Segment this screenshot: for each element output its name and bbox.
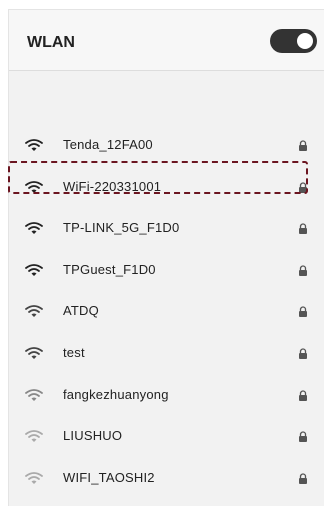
lock-icon	[299, 265, 307, 276]
network-ssid: WIFI_TAOSHI2	[63, 469, 155, 485]
wifi-signal-icon	[25, 471, 43, 484]
lock-icon	[299, 306, 307, 318]
selected-network-highlight	[8, 161, 308, 194]
wifi-signal-icon	[25, 305, 43, 318]
network-ssid: TPGuest_F1D0	[63, 261, 156, 277]
network-item[interactable]: fangkezhuanyong	[9, 375, 324, 417]
wifi-signal-icon	[25, 388, 43, 401]
lock-icon	[299, 223, 307, 235]
wifi-signal-icon	[25, 139, 43, 151]
wifi-signal-icon	[25, 263, 43, 276]
lock-icon	[299, 473, 307, 484]
network-ssid: test	[63, 344, 85, 360]
network-item[interactable]: LIUSHUO	[9, 416, 324, 458]
network-item[interactable]: TPGuest_F1D0	[9, 250, 324, 292]
network-item[interactable]: test	[9, 333, 324, 375]
wlan-panel: WLAN Tenda_12FA00 WiFi-220331001 TP-LINK_5…	[8, 9, 324, 506]
lock-icon	[299, 140, 307, 151]
lock-icon	[299, 431, 307, 443]
network-item[interactable]: TP-LINK_5G_F1D0	[9, 208, 324, 250]
network-ssid: TP-LINK_5G_F1D0	[63, 220, 180, 236]
lock-icon	[299, 389, 307, 401]
page-title: WLAN	[27, 34, 75, 51]
network-item[interactable]: ATDQ	[9, 291, 324, 333]
network-ssid: Tenda_12FA00	[63, 137, 153, 152]
wlan-toggle[interactable]	[270, 29, 317, 53]
wlan-header: WLAN	[9, 10, 324, 71]
wifi-signal-icon	[25, 347, 43, 359]
lock-icon	[299, 348, 307, 359]
network-item[interactable]: WIFI_TAOSHI2	[9, 458, 324, 500]
network-ssid: LIUSHUO	[63, 428, 123, 444]
wifi-signal-icon	[25, 430, 43, 443]
wifi-signal-icon	[25, 222, 43, 235]
network-ssid: fangkezhuanyong	[63, 386, 169, 402]
toggle-knob	[297, 33, 313, 49]
network-ssid: ATDQ	[63, 303, 99, 319]
